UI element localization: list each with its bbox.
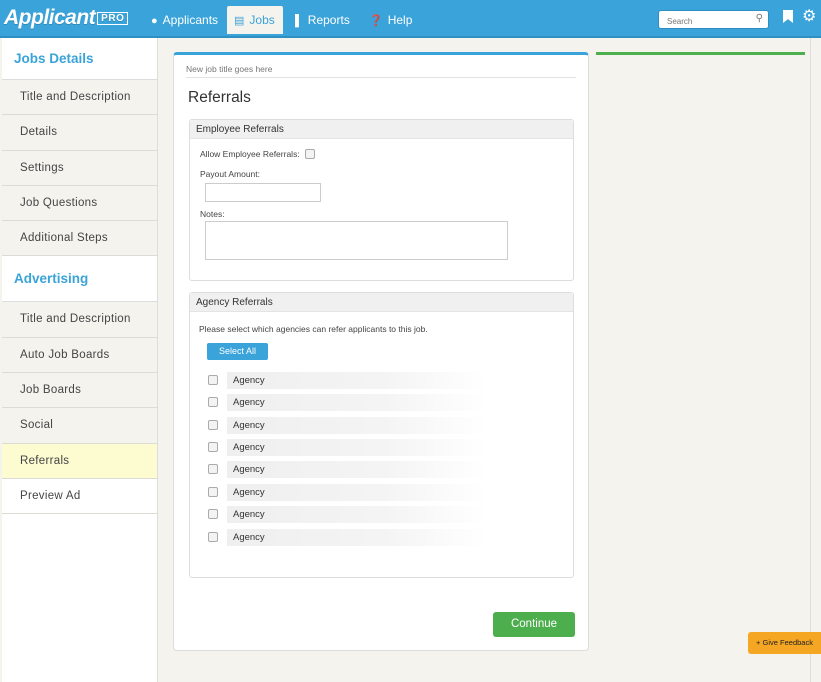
agency-referrals-header: Agency Referrals [190, 293, 573, 312]
sidebar-section-advertising: Advertising [2, 256, 157, 303]
agency-label: Agency [227, 417, 487, 434]
agency-label: Agency [227, 461, 487, 478]
agency-checkbox[interactable] [208, 420, 218, 430]
agency-row[interactable]: Agency [208, 506, 488, 523]
nav-applicants-label: Applicants [162, 13, 219, 27]
give-feedback-button[interactable]: + Give Feedback [748, 632, 821, 654]
sidebar-item-additional-steps[interactable]: Additional Steps [2, 221, 157, 257]
agency-row[interactable]: Agency [208, 417, 488, 434]
select-all-button[interactable]: Select All [207, 343, 268, 360]
agency-label: Agency [227, 529, 487, 546]
nav-jobs-label: Jobs [249, 13, 275, 27]
document-icon: ▤ [234, 15, 245, 27]
continue-button[interactable]: Continue [493, 612, 575, 637]
search-input[interactable] [659, 13, 747, 30]
applicant-pro-logo[interactable]: Applicant PRO [4, 6, 129, 30]
nav-help[interactable]: ❓ Help [362, 6, 419, 34]
allow-employee-referrals-label: Allow Employee Referrals: [200, 149, 300, 159]
agency-checkbox[interactable] [208, 375, 218, 385]
sidebar-item-auto-job-boards[interactable]: Auto Job Boards [2, 337, 157, 374]
agency-instructions: Please select which agencies can refer a… [199, 324, 428, 334]
sidebar-item-title-and-description[interactable]: Title and Description [2, 80, 157, 116]
payout-amount-label: Payout Amount: [200, 169, 261, 179]
notes-textarea[interactable] [205, 221, 508, 260]
sidebar-section-jobs-details: Jobs Details [2, 38, 157, 80]
right-divider [810, 38, 811, 682]
agency-label: Agency [227, 484, 487, 501]
search-box: ⚲ [658, 10, 769, 30]
settings-gear-icon[interactable]: ⚙ [802, 6, 816, 26]
search-icon[interactable]: ⚲ [756, 13, 763, 24]
nav-help-label: Help [387, 13, 413, 27]
job-title-placeholder[interactable]: New job title goes here [186, 64, 576, 78]
top-navigation-bar: Applicant PRO ● Applicants ▤ Jobs ▌ Reports … [0, 0, 821, 38]
sidebar-item-settings[interactable]: Settings [2, 150, 157, 186]
agency-label: Agency [227, 439, 487, 456]
brand-name: Applicant [4, 6, 96, 29]
allow-employee-referrals-row: Allow Employee Referrals: [200, 149, 316, 159]
agency-checkbox[interactable] [208, 464, 218, 474]
sidebar-item-details[interactable]: Details [2, 115, 157, 151]
agency-row[interactable]: Agency [208, 484, 488, 501]
user-icon: ● [151, 15, 158, 27]
sidebar-item-referrals[interactable]: Referrals [2, 443, 157, 479]
agency-label: Agency [227, 506, 487, 523]
sidebar: Jobs Details Title and Description Detai… [2, 38, 158, 682]
agency-row[interactable]: Agency [208, 461, 488, 478]
question-icon: ❓ [369, 15, 383, 27]
employee-referrals-header: Employee Referrals [190, 120, 573, 139]
page-title: Referrals [188, 89, 251, 106]
sidebar-item-job-questions[interactable]: Job Questions [2, 185, 157, 222]
nav-applicants[interactable]: ● Applicants [144, 6, 225, 34]
allow-employee-referrals-checkbox[interactable] [305, 149, 316, 159]
agency-label: Agency [227, 394, 487, 411]
agency-checkbox[interactable] [208, 509, 218, 519]
nav-reports[interactable]: ▌ Reports [288, 6, 357, 34]
agency-checkbox[interactable] [208, 532, 218, 542]
agency-referrals-box: Agency Referrals Please select which age… [189, 292, 574, 578]
employee-referrals-box: Employee Referrals Allow Employee Referr… [189, 119, 574, 281]
bar-chart-icon: ▌ [295, 15, 303, 27]
sidebar-item-ad-title-and-description[interactable]: Title and Description [2, 302, 157, 338]
payout-amount-input[interactable] [205, 183, 321, 202]
agency-label: Agency [227, 372, 487, 389]
brand-badge: PRO [97, 12, 129, 25]
agency-checkbox[interactable] [208, 442, 218, 452]
sidebar-item-social[interactable]: Social [2, 408, 157, 444]
bookmark-icon[interactable] [783, 10, 793, 23]
notes-label: Notes: [200, 209, 225, 219]
nav-jobs[interactable]: ▤ Jobs [227, 6, 283, 34]
sidebar-item-preview-ad[interactable]: Preview Ad [2, 478, 157, 515]
agency-row[interactable]: Agency [208, 439, 488, 456]
agency-checkbox[interactable] [208, 487, 218, 497]
nav-reports-label: Reports [307, 13, 350, 27]
agency-row[interactable]: Agency [208, 372, 488, 389]
progress-accent-line [596, 52, 805, 55]
agency-row[interactable]: Agency [208, 529, 488, 546]
agency-checkbox[interactable] [208, 397, 218, 407]
sidebar-item-job-boards[interactable]: Job Boards [2, 373, 157, 409]
referrals-panel: New job title goes here Referrals Employ… [173, 52, 589, 651]
agency-row[interactable]: Agency [208, 394, 488, 411]
